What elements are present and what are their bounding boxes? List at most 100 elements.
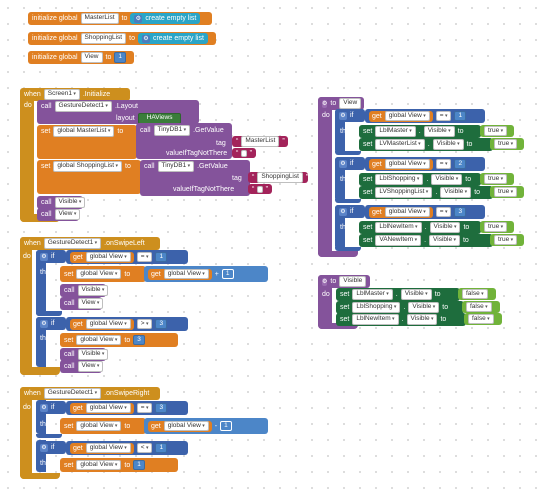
operator-dropdown[interactable]: =: [435, 206, 452, 218]
add-block[interactable]: get global View + 1: [144, 266, 268, 282]
compare-block[interactable]: get global View = 3: [365, 205, 485, 219]
component-dropdown[interactable]: TinyDB1: [157, 161, 195, 172]
gear-icon[interactable]: ⚙: [141, 34, 150, 43]
boolean-block[interactable]: false: [462, 301, 500, 313]
set-visible-block[interactable]: set LblMaster . Visible to: [359, 125, 481, 138]
set-view-block[interactable]: set global View to 1: [60, 458, 178, 472]
text-block[interactable]: “ShoppingList”: [248, 172, 308, 183]
empty-text-block[interactable]: “”: [232, 148, 256, 158]
text-field[interactable]: MasterList: [241, 136, 280, 147]
compare-block[interactable]: get global View < 1: [66, 441, 188, 455]
number-block[interactable]: 1: [155, 442, 168, 454]
property-dropdown[interactable]: Visible: [431, 174, 463, 185]
property-dropdown[interactable]: Visible: [406, 314, 438, 325]
boolean-dropdown[interactable]: true: [494, 234, 518, 246]
operator-dropdown[interactable]: =: [435, 158, 452, 170]
variable-dropdown[interactable]: global View: [163, 268, 209, 280]
number-block[interactable]: 3: [155, 402, 168, 414]
boolean-dropdown[interactable]: true: [484, 125, 508, 137]
create-empty-list-block[interactable]: ⚙ create empty list: [130, 13, 201, 24]
global-view-block[interactable]: initialize global View to 1: [28, 51, 134, 64]
component-dropdown[interactable]: Screen1: [43, 89, 80, 100]
variable-dropdown[interactable]: global View: [85, 251, 131, 263]
call-view-block[interactable]: call View: [60, 360, 104, 373]
component-dropdown[interactable]: LblShopping: [375, 174, 424, 185]
text-field[interactable]: ShoppingList: [257, 172, 303, 183]
set-view-block[interactable]: set global View to: [60, 266, 146, 282]
swipe-right-event[interactable]: when GestureDetect1 .onSwipeRight do ⚙ i…: [20, 387, 268, 479]
procedure-dropdown[interactable]: Visible: [54, 197, 86, 208]
boolean-block[interactable]: true: [480, 173, 514, 185]
gear-icon[interactable]: ⚙: [40, 403, 48, 412]
compare-block[interactable]: get global View = 1: [365, 109, 485, 123]
gear-icon[interactable]: ⚙: [339, 207, 347, 216]
number-block[interactable]: 3: [155, 318, 168, 330]
operator-dropdown[interactable]: =: [136, 402, 153, 414]
boolean-dropdown[interactable]: false: [466, 301, 492, 313]
empty-text-block[interactable]: “”: [248, 184, 272, 194]
gear-icon[interactable]: ⚙: [134, 14, 143, 23]
boolean-block[interactable]: false: [458, 288, 496, 300]
number-block[interactable]: 1: [454, 110, 467, 122]
set-visible-block[interactable]: set LVShoppingList . Visible to: [359, 186, 493, 199]
procedure-dropdown[interactable]: Visible: [77, 285, 109, 296]
operator-dropdown[interactable]: =: [136, 251, 153, 263]
property-dropdown[interactable]: Visible: [440, 187, 472, 198]
variable-dropdown[interactable]: global View: [76, 459, 122, 471]
number-block[interactable]: 1: [133, 459, 145, 471]
call-visible-block[interactable]: call Visible: [60, 284, 109, 297]
boolean-block[interactable]: true: [490, 234, 524, 246]
property-dropdown[interactable]: Visible: [429, 235, 460, 246]
boolean-dropdown[interactable]: true: [494, 186, 518, 198]
variable-dropdown[interactable]: global View: [85, 402, 131, 414]
variable-dropdown[interactable]: global View: [384, 206, 430, 218]
boolean-block[interactable]: true: [490, 186, 524, 198]
number-block[interactable]: 1: [221, 268, 234, 280]
call-view-block[interactable]: call View: [37, 208, 81, 221]
procedure-view[interactable]: ⚙ to View do ⚙ if get global View = 1 th…: [318, 97, 528, 257]
property-dropdown[interactable]: Visible: [432, 139, 464, 150]
create-empty-list-block[interactable]: ⚙ create empty list: [137, 33, 208, 44]
operator-dropdown[interactable]: =: [435, 110, 452, 122]
number-block[interactable]: 3: [133, 334, 145, 346]
variable-dropdown[interactable]: global ShoppingList: [53, 161, 122, 172]
gear-icon[interactable]: ⚙: [339, 159, 347, 168]
gear-icon[interactable]: ⚙: [322, 99, 328, 108]
boolean-dropdown[interactable]: false: [462, 288, 488, 300]
number-block[interactable]: 1: [114, 52, 126, 63]
variable-dropdown[interactable]: global MasterList: [53, 126, 115, 137]
procedure-dropdown[interactable]: View: [54, 209, 81, 220]
boolean-dropdown[interactable]: false: [468, 313, 494, 325]
boolean-block[interactable]: true: [480, 221, 514, 233]
boolean-block[interactable]: true: [490, 138, 524, 150]
component-dropdown[interactable]: LblMaster: [352, 289, 393, 300]
compare-block[interactable]: get global View = 2: [365, 157, 485, 171]
variable-dropdown[interactable]: global View: [384, 158, 430, 170]
operator-dropdown[interactable]: <: [136, 442, 153, 454]
compare-block[interactable]: get global View > 3: [66, 317, 188, 331]
component-dropdown[interactable]: LblShopping: [352, 302, 401, 313]
set-view-block[interactable]: set global View to: [60, 418, 146, 434]
swipe-left-event[interactable]: when GestureDetect1 .onSwipeLeft do ⚙ if…: [20, 237, 270, 375]
boolean-dropdown[interactable]: true: [494, 138, 518, 150]
gear-icon[interactable]: ⚙: [339, 111, 347, 120]
gear-icon[interactable]: ⚙: [40, 443, 48, 452]
set-visible-block[interactable]: set LVMasterList . Visible to: [359, 138, 493, 151]
global-shoppinglist-block[interactable]: initialize global ShoppingList to ⚙ crea…: [28, 32, 216, 45]
variable-dropdown[interactable]: global View: [76, 268, 122, 280]
compare-block[interactable]: get global View = 3: [66, 401, 188, 415]
text-block[interactable]: “MasterList”: [232, 136, 288, 147]
component-dropdown[interactable]: LblNewItem: [352, 314, 399, 325]
property-dropdown[interactable]: Visible: [408, 302, 440, 313]
set-visible-block[interactable]: set LblNewItem . Visible to: [359, 221, 481, 234]
number-block[interactable]: 1: [220, 420, 232, 432]
component-dropdown[interactable]: VANewItem: [375, 235, 422, 246]
variable-dropdown[interactable]: global View: [76, 420, 122, 432]
subtract-block[interactable]: get global View - 1: [144, 418, 268, 434]
set-view-block[interactable]: set global View to 3: [60, 333, 178, 347]
procedure-dropdown[interactable]: View: [77, 361, 104, 372]
boolean-dropdown[interactable]: true: [484, 173, 508, 185]
boolean-block[interactable]: true: [480, 125, 514, 137]
compare-block[interactable]: get global View = 1: [66, 250, 188, 264]
property-dropdown[interactable]: Visible: [400, 289, 432, 300]
